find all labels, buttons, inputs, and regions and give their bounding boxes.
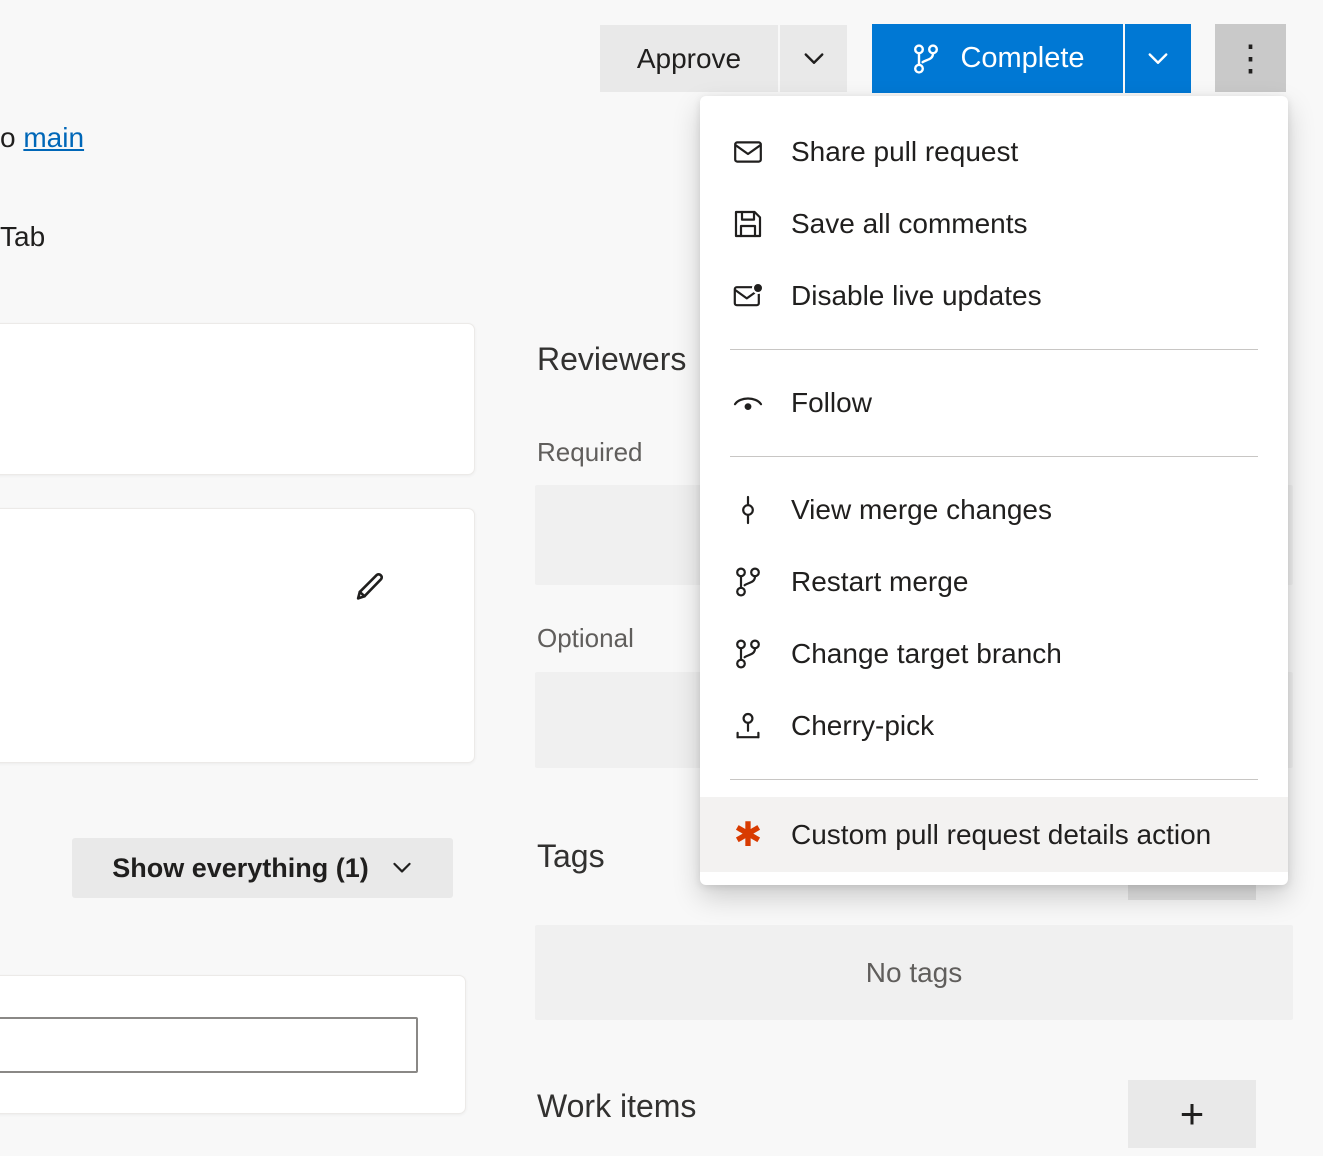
filter-label: Show everything (1): [112, 853, 369, 884]
menu-item-custom-pull-request-details-action[interactable]: ✱ Custom pull request details action: [700, 797, 1288, 872]
main-branch-link[interactable]: main: [23, 122, 84, 153]
complete-button-label: Complete: [960, 42, 1084, 75]
tags-heading: Tags: [537, 838, 605, 875]
menu-item-label: Change target branch: [791, 638, 1062, 670]
menu-item-label: Disable live updates: [791, 280, 1042, 312]
chevron-down-icon: [391, 857, 413, 879]
required-label: Required: [537, 437, 643, 468]
branch-icon: [731, 637, 765, 671]
tab-text: Tab: [0, 221, 45, 253]
menu-item-label: Save all comments: [791, 208, 1028, 240]
menu-item-label: Restart merge: [791, 566, 968, 598]
pull-request-page: Approve Complete ⋮ o main Tab Show every…: [0, 0, 1323, 1156]
menu-item-share-pull-request[interactable]: Share pull request: [700, 116, 1288, 188]
add-work-item-button[interactable]: +: [1128, 1080, 1256, 1148]
menu-divider: [730, 456, 1258, 457]
menu-item-save-all-comments[interactable]: Save all comments: [700, 188, 1288, 260]
more-vertical-icon: ⋮: [1233, 40, 1269, 76]
edit-description-button[interactable]: [342, 558, 398, 614]
menu-item-disable-live-updates[interactable]: Disable live updates: [700, 260, 1288, 332]
more-actions-menu: Share pull request Save all comments Dis…: [700, 96, 1288, 885]
description-card: [0, 508, 475, 763]
approve-split-button: Approve: [600, 25, 847, 92]
menu-divider: [730, 779, 1258, 780]
no-tags-label: No tags: [866, 957, 963, 989]
branch-prefix: o: [0, 122, 23, 153]
follow-icon: [731, 386, 765, 420]
show-everything-dropdown[interactable]: Show everything (1): [72, 838, 453, 898]
save-icon: [731, 207, 765, 241]
approve-button[interactable]: Approve: [600, 25, 778, 92]
mail-icon: [731, 135, 765, 169]
menu-item-follow[interactable]: Follow: [700, 367, 1288, 439]
target-branch-line: o main: [0, 122, 84, 154]
comment-input[interactable]: [0, 1017, 418, 1073]
menu-item-label: Follow: [791, 387, 872, 419]
menu-item-restart-merge[interactable]: Restart merge: [700, 546, 1288, 618]
detail-card: [0, 323, 475, 475]
work-items-heading: Work items: [537, 1088, 696, 1125]
menu-item-label: Custom pull request details action: [791, 819, 1211, 851]
complete-dropdown-button[interactable]: [1125, 24, 1191, 93]
pencil-icon: [351, 567, 389, 605]
mail-badge-icon: [731, 279, 765, 313]
branch-icon: [910, 43, 942, 75]
menu-item-label: Share pull request: [791, 136, 1018, 168]
complete-button[interactable]: Complete: [872, 24, 1123, 93]
more-actions-button[interactable]: ⋮: [1215, 24, 1286, 92]
menu-item-label: View merge changes: [791, 494, 1052, 526]
commit-icon: [731, 493, 765, 527]
chevron-down-icon: [802, 47, 826, 71]
chevron-down-icon: [1146, 47, 1170, 71]
menu-item-label: Cherry-pick: [791, 710, 934, 742]
extension-icon: ✱: [731, 818, 765, 852]
menu-divider: [730, 349, 1258, 350]
branch-icon: [731, 565, 765, 599]
menu-item-change-target-branch[interactable]: Change target branch: [700, 618, 1288, 690]
menu-item-view-merge-changes[interactable]: View merge changes: [700, 474, 1288, 546]
complete-split-button: Complete: [872, 24, 1191, 93]
cherry-pick-icon: [731, 709, 765, 743]
menu-item-cherry-pick[interactable]: Cherry-pick: [700, 690, 1288, 762]
reviewers-heading: Reviewers: [537, 341, 686, 378]
plus-icon: +: [1180, 1090, 1205, 1138]
approve-dropdown-button[interactable]: [780, 25, 847, 92]
optional-label: Optional: [537, 623, 634, 654]
no-tags-box: No tags: [535, 925, 1293, 1020]
